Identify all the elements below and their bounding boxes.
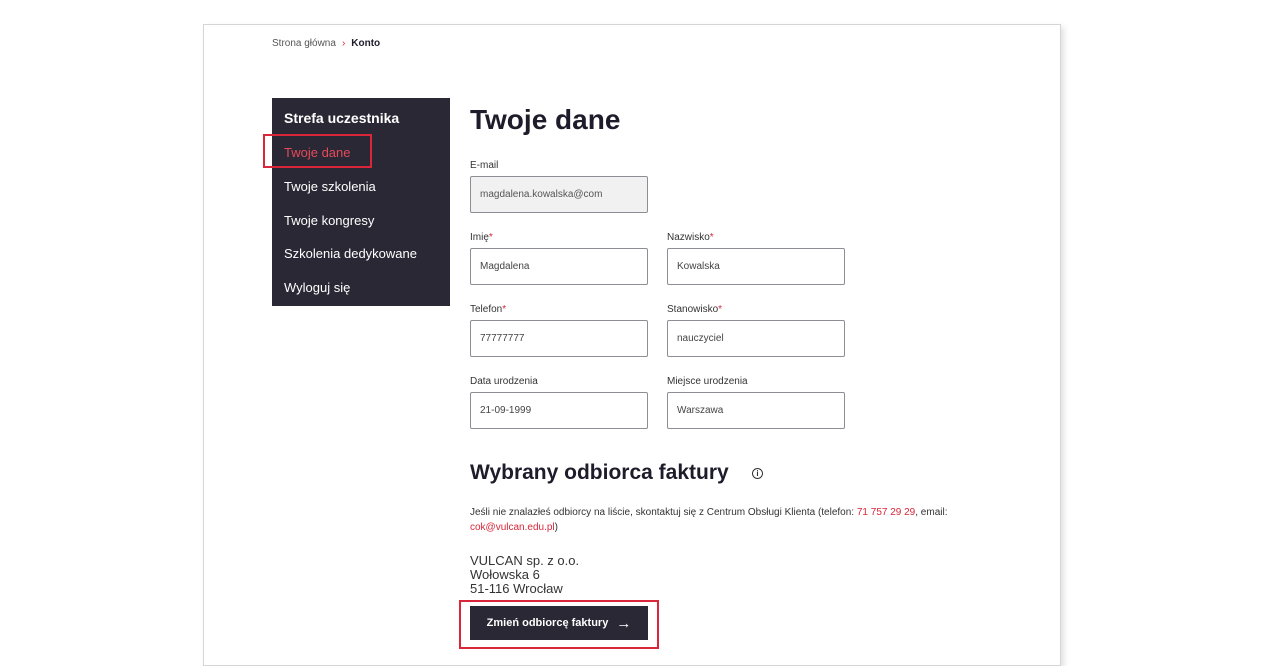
last-name-label: Nazwisko* xyxy=(667,232,714,243)
breadcrumb: Strona główna › Konto xyxy=(272,38,380,49)
email-label: E-mail xyxy=(470,160,499,171)
chevron-right-icon: › xyxy=(341,38,346,49)
first-name-label: Imię* xyxy=(470,232,493,243)
invoice-section-title: Wybrany odbiorca faktury xyxy=(470,461,729,484)
phone-label: Telefon* xyxy=(470,304,507,315)
phone-field[interactable] xyxy=(470,320,648,357)
cok-email-link[interactable]: cok@vulcan.edu.pl xyxy=(470,522,555,533)
first-name-field[interactable] xyxy=(470,248,648,285)
position-field[interactable] xyxy=(667,320,845,357)
position-label: Stanowisko* xyxy=(667,304,723,315)
sidebar-item-szkolenia-dedykowane[interactable]: Szkolenia dedykowane xyxy=(284,246,417,261)
info-icon[interactable]: i xyxy=(752,468,763,479)
birth-date-label: Data urodzenia xyxy=(470,376,538,387)
breadcrumb-home[interactable]: Strona główna xyxy=(272,38,336,49)
highlight-box-button xyxy=(459,600,659,649)
sidebar: Strefa uczestnika Twoje dane Twoje szkol… xyxy=(272,98,450,306)
birth-place-label: Miejsce urodzenia xyxy=(667,376,748,387)
cok-phone-link[interactable]: 71 757 29 29 xyxy=(857,507,915,518)
email-field[interactable] xyxy=(470,176,648,213)
recipient-street: Wołowska 6 xyxy=(470,567,540,582)
sidebar-item-twoje-szkolenia[interactable]: Twoje szkolenia xyxy=(284,179,376,194)
sidebar-item-wyloguj[interactable]: Wyloguj się xyxy=(284,280,350,295)
page-title: Twoje dane xyxy=(470,104,621,135)
recipient-name: VULCAN sp. z o.o. xyxy=(470,553,580,568)
sidebar-heading: Strefa uczestnika xyxy=(284,110,400,126)
highlight-box-sidebar xyxy=(263,134,372,168)
recipient-city: 51-116 Wrocław xyxy=(470,581,563,596)
birth-date-field[interactable] xyxy=(470,392,648,429)
last-name-field[interactable] xyxy=(667,248,845,285)
invoice-note: Jeśli nie znalazłeś odbiorcy na liście, … xyxy=(470,507,948,533)
breadcrumb-current: Konto xyxy=(351,38,381,49)
birth-place-field[interactable] xyxy=(667,392,845,429)
sidebar-item-twoje-kongresy[interactable]: Twoje kongresy xyxy=(284,213,374,228)
